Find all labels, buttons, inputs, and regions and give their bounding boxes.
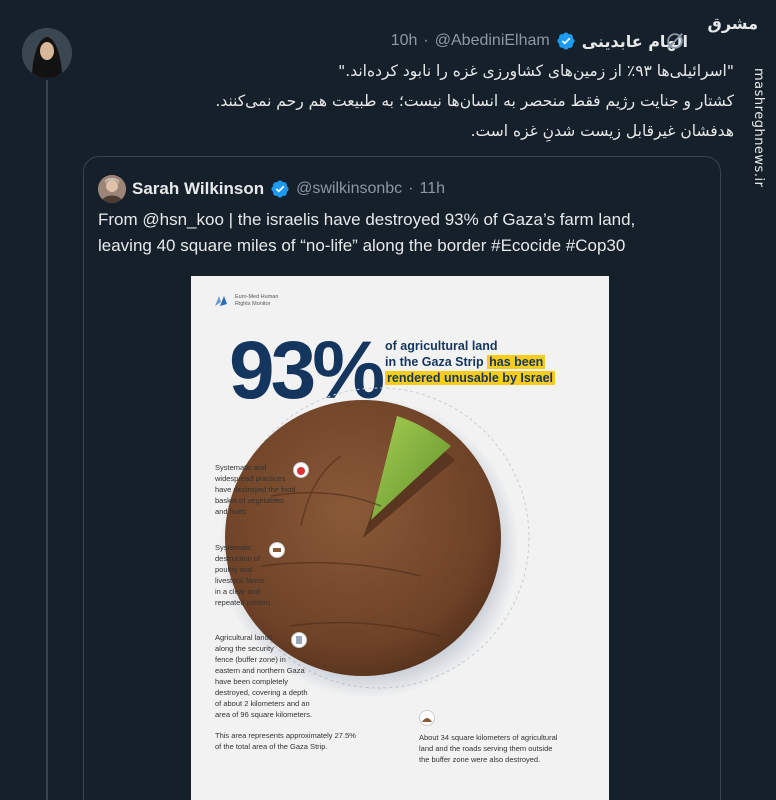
timestamp[interactable]: 10h	[391, 32, 418, 50]
tweet-text: "اسرائیلی‌ها ۹۳٪ از زمین‌های کشاورزی غزه…	[94, 56, 734, 146]
avatar-image	[22, 28, 72, 78]
grok-icon[interactable]	[664, 30, 686, 52]
fact-outside-buffer: About 34 square kilometers of agricultur…	[419, 732, 557, 765]
verified-badge-icon	[557, 32, 575, 50]
fact-area-share: This area represents approximately 27.5%…	[215, 730, 356, 752]
fact-line: About 34 square kilometers of agricultur…	[419, 733, 558, 742]
cow-icon	[269, 542, 285, 558]
tweet-line: "اسرائیلی‌ها ۹۳٪ از زمین‌های کشاورزی غزه…	[338, 62, 734, 80]
fact-line: This area represents approximately 27.5%	[215, 731, 356, 740]
fact-line: land and the roads serving them outside	[419, 744, 553, 753]
author-handle[interactable]: @AbediniElham	[435, 32, 550, 50]
fact-line: area of 96 square kilometers.	[215, 710, 313, 719]
soil-pile-icon	[419, 710, 435, 726]
quoted-avatar-image	[98, 175, 126, 203]
fact-line: Systematic	[215, 543, 252, 552]
fact-line: basket of vegetables	[215, 496, 284, 505]
fence-icon	[291, 632, 307, 648]
quoted-tweet-line: leaving 40 square miles of “no-life” alo…	[98, 236, 626, 255]
fact-line: of about 2 kilometers and an	[215, 699, 310, 708]
fact-line: in a clear and	[215, 587, 261, 596]
fact-line: repeated pattern	[215, 598, 271, 607]
quoted-avatar[interactable]	[98, 175, 126, 203]
quoted-tweet[interactable]: Sarah Wilkinson @swilkinsonbc · 11h From…	[83, 156, 721, 800]
tweet-line: هدفشان غیرقابل زیست شدنِ غزه است.	[470, 122, 734, 140]
apple-icon	[293, 462, 309, 478]
fact-line: have been completely	[215, 677, 288, 686]
avatar[interactable]	[22, 28, 72, 78]
quoted-author-handle[interactable]: @swilkinsonbc	[296, 180, 402, 198]
verified-badge-icon	[271, 180, 289, 198]
quoted-tweet-line: From @hsn_koo | the israelis have destro…	[98, 210, 636, 229]
fact-line: fence (buffer zone) in	[215, 655, 286, 664]
quoted-tweet-text: From @hsn_koo | the israelis have destro…	[98, 207, 710, 259]
fact-line: livestock farms	[215, 576, 265, 585]
separator-dot: ·	[423, 32, 429, 49]
watermark-url: mashreghnews.ir	[751, 68, 766, 188]
fact-line: and fruits	[215, 507, 246, 516]
fact-line: destruction of	[215, 554, 261, 563]
fact-line: of the total area of the Gaza Strip.	[215, 742, 328, 751]
quoted-tweet-header: Sarah Wilkinson @swilkinsonbc · 11h	[98, 175, 445, 203]
fact-food-basket: Systematic and widespread practices have…	[215, 462, 295, 517]
infographic-image[interactable]: Euro-Med Human Rights Monitor 93% of agr…	[191, 276, 609, 800]
fact-line: Systematic and	[215, 463, 267, 472]
fact-line: widespread practices	[215, 474, 286, 483]
tweet-line: کشتار و جنایت رژیم فقط منحصر به انسان‌ها…	[215, 92, 734, 110]
fact-livestock: Systematic destruction of poultry and li…	[215, 542, 270, 608]
quoted-author-name[interactable]: Sarah Wilkinson	[132, 179, 264, 199]
soil-pie-illustration	[219, 387, 530, 698]
fact-line: poultry and	[215, 565, 253, 574]
fact-line: destroyed, covering a depth	[215, 688, 308, 697]
watermark-logo: مشرق	[707, 14, 758, 33]
tweet-header: الهام عابدینی @AbediniElham · 10h	[80, 30, 688, 52]
fact-line: eastern and northern Gaza	[215, 666, 305, 675]
separator-dot: ·	[408, 180, 414, 197]
thread-line	[46, 80, 48, 800]
fact-line: the buffer zone were also destroyed.	[419, 755, 541, 764]
fact-line: have destroyed the food	[215, 485, 296, 494]
quoted-timestamp[interactable]: 11h	[420, 180, 446, 198]
